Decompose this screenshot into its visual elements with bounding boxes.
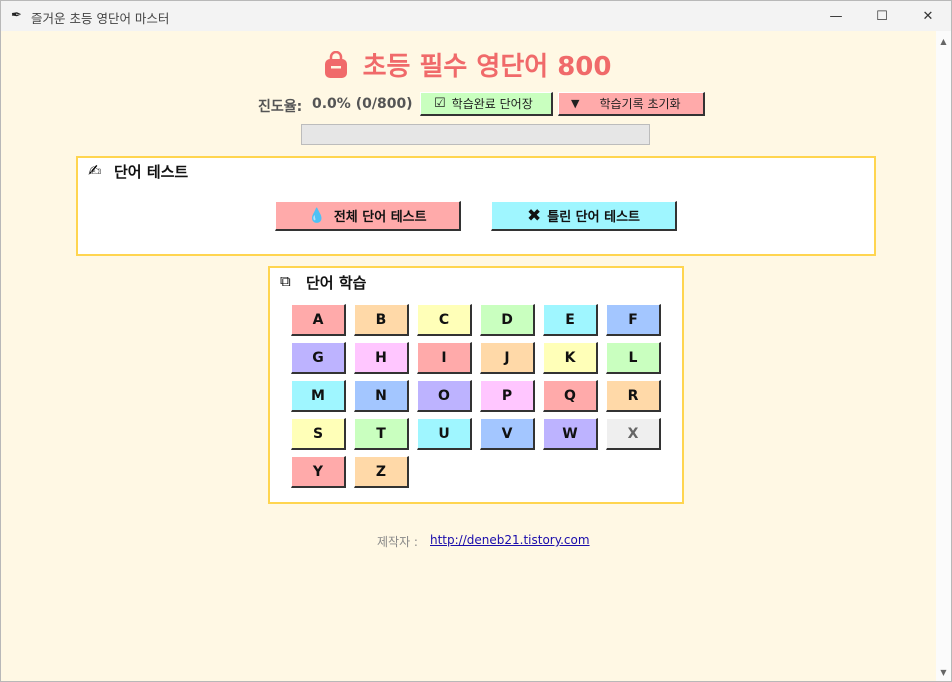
letter-button-s[interactable]: S <box>291 418 346 450</box>
x-icon: ✖ <box>526 205 542 226</box>
letter-button-t[interactable]: T <box>354 418 409 450</box>
progress-label: 진도율: <box>258 99 303 115</box>
word-test-panel <box>76 156 876 256</box>
word-test-title: 단어 테스트 <box>114 163 189 181</box>
edit-icon: ✍ <box>88 161 102 180</box>
full-word-test-button[interactable]: 💧 전체 단어 테스트 <box>275 201 461 231</box>
letter-button-r[interactable]: R <box>606 380 661 412</box>
credit-link[interactable]: http://deneb21.tistory.com <box>430 533 590 547</box>
app-header: 초등 필수 영단어 800 <box>0 46 935 83</box>
trash-icon: ▼ <box>571 97 580 110</box>
vertical-scrollbar[interactable]: ▲ ▼ <box>936 31 951 681</box>
letter-button-g[interactable]: G <box>291 342 346 374</box>
letter-button-b[interactable]: B <box>354 304 409 336</box>
maximize-button[interactable]: ☐ <box>859 1 905 31</box>
letter-button-p[interactable]: P <box>480 380 535 412</box>
letter-button-i[interactable]: I <box>417 342 472 374</box>
letter-button-l[interactable]: L <box>606 342 661 374</box>
reset-history-label: 학습기록 초기화 <box>599 97 681 111</box>
completed-words-label: 학습완료 단어장 <box>451 97 533 111</box>
credit-label: 제작자 : <box>377 535 418 549</box>
word-study-title: 단어 학습 <box>306 274 367 292</box>
letter-button-d[interactable]: D <box>480 304 535 336</box>
letter-button-e[interactable]: E <box>543 304 598 336</box>
letter-button-c[interactable]: C <box>417 304 472 336</box>
wrong-word-test-button[interactable]: ✖ 틀린 단어 테스트 <box>491 201 677 231</box>
feather-icon: ✒ <box>11 8 22 23</box>
letter-button-n[interactable]: N <box>354 380 409 412</box>
letter-button-x: X <box>606 418 661 450</box>
copy-icon: ⧉ <box>280 272 291 290</box>
wrong-word-test-label: 틀린 단어 테스트 <box>547 210 641 225</box>
letter-button-h[interactable]: H <box>354 342 409 374</box>
letter-button-m[interactable]: M <box>291 380 346 412</box>
scroll-down-icon[interactable]: ▼ <box>936 665 951 679</box>
window-title: 즐거운 초등 영단어 마스터 <box>31 11 170 26</box>
reset-history-button[interactable]: ▼ 학습기록 초기화 <box>558 92 705 116</box>
letter-button-o[interactable]: O <box>417 380 472 412</box>
checkbox-icon: ☑ <box>434 96 446 111</box>
completed-words-button[interactable]: ☑ 학습완료 단어장 <box>420 92 553 116</box>
close-button[interactable]: ✕ <box>905 1 951 31</box>
letter-button-z[interactable]: Z <box>354 456 409 488</box>
minimize-button[interactable]: — <box>813 1 859 31</box>
progress-bar <box>301 124 650 145</box>
letter-button-v[interactable]: V <box>480 418 535 450</box>
full-word-test-label: 전체 단어 테스트 <box>333 210 427 225</box>
letter-button-j[interactable]: J <box>480 342 535 374</box>
letter-button-a[interactable]: A <box>291 304 346 336</box>
title-bar: ✒ 즐거운 초등 영단어 마스터 — ☐ ✕ <box>1 1 951 31</box>
letter-button-u[interactable]: U <box>417 418 472 450</box>
bag-icon <box>324 50 347 78</box>
letter-button-k[interactable]: K <box>543 342 598 374</box>
scroll-up-icon[interactable]: ▲ <box>936 34 951 48</box>
letter-button-q[interactable]: Q <box>543 380 598 412</box>
drop-icon: 💧 <box>308 207 326 224</box>
progress-value: 0.0% (0/800) <box>312 96 413 112</box>
letter-button-w[interactable]: W <box>543 418 598 450</box>
letter-button-f[interactable]: F <box>606 304 661 336</box>
page-title: 초등 필수 영단어 800 <box>362 52 612 82</box>
letter-button-y[interactable]: Y <box>291 456 346 488</box>
